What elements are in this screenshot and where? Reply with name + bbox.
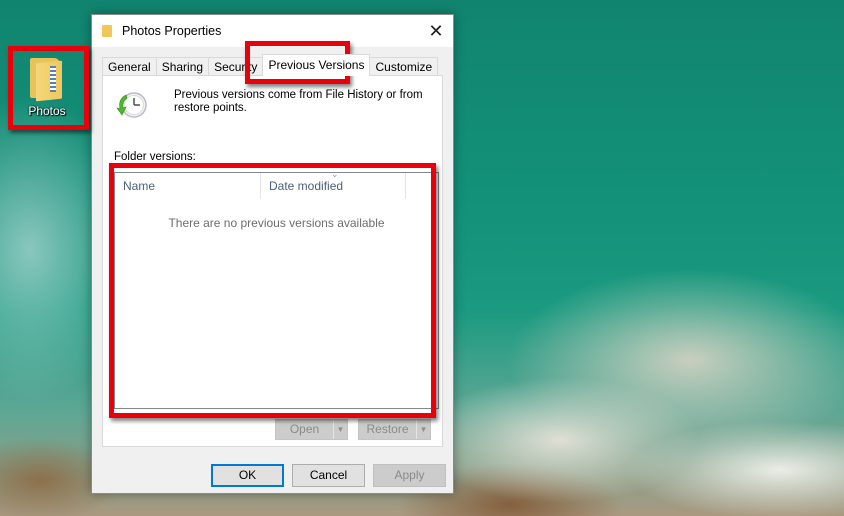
column-header-name[interactable]: Name bbox=[115, 173, 261, 199]
open-dropdown-arrow-icon[interactable]: ▼ bbox=[333, 420, 347, 439]
empty-list-message: There are no previous versions available bbox=[168, 216, 385, 230]
ok-button[interactable]: OK bbox=[211, 464, 284, 487]
column-header-date-modified[interactable]: ⌄ Date modified bbox=[261, 169, 406, 199]
cancel-button[interactable]: Cancel bbox=[292, 464, 365, 487]
desktop-icon-label: Photos bbox=[28, 104, 66, 118]
list-header: Name ⌄ Date modified bbox=[115, 169, 438, 199]
folder-versions-label: Folder versions: bbox=[114, 151, 196, 163]
restore-split-button[interactable]: Restore ▼ bbox=[358, 419, 431, 440]
open-split-button[interactable]: Open ▼ bbox=[275, 419, 348, 440]
tab-sharing[interactable]: Sharing bbox=[155, 57, 210, 76]
title-bar[interactable]: Photos Properties ✕ bbox=[92, 15, 453, 47]
folder-icon bbox=[102, 25, 112, 37]
folder-versions-list[interactable]: Name ⌄ Date modified There are no previo… bbox=[114, 169, 439, 409]
tab-security[interactable]: Security bbox=[208, 57, 264, 76]
apply-button[interactable]: Apply bbox=[373, 464, 446, 487]
close-button[interactable]: ✕ bbox=[419, 15, 453, 47]
tab-customize[interactable]: Customize bbox=[369, 57, 439, 76]
properties-dialog: Photos Properties ✕ General Sharing Secu… bbox=[91, 14, 454, 494]
tab-previous-versions[interactable]: Previous Versions bbox=[262, 54, 371, 76]
sort-chevron-icon: ⌄ bbox=[331, 169, 339, 179]
column-header-date-label: Date modified bbox=[269, 179, 344, 193]
open-button[interactable]: Open bbox=[276, 420, 333, 439]
folder-icon bbox=[30, 58, 64, 102]
restore-dropdown-arrow-icon[interactable]: ▼ bbox=[416, 420, 430, 439]
previous-versions-panel: Previous versions come from File History… bbox=[102, 75, 443, 447]
close-icon: ✕ bbox=[428, 20, 444, 41]
info-text: Previous versions come from File History… bbox=[174, 89, 423, 114]
restore-clock-icon bbox=[116, 92, 147, 118]
restore-button[interactable]: Restore bbox=[359, 420, 416, 439]
tab-strip: General Sharing Security Previous Versio… bbox=[102, 54, 439, 76]
desktop-icon-photos[interactable]: Photos bbox=[14, 52, 80, 126]
dialog-title: Photos Properties bbox=[122, 24, 222, 38]
tab-general[interactable]: General bbox=[102, 57, 157, 76]
